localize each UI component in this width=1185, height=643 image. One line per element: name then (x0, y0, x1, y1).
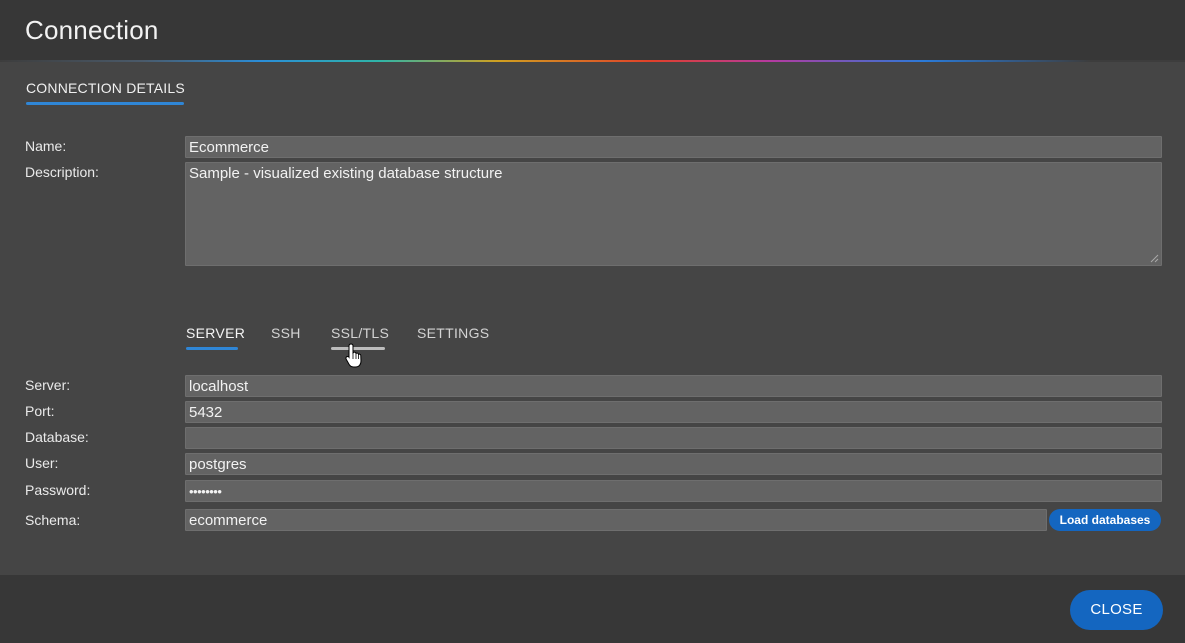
resize-grip-icon[interactable] (1150, 254, 1159, 263)
database-label: Database: (25, 429, 89, 445)
hand-pointer-cursor-icon (345, 343, 362, 368)
port-input[interactable]: 5432 (185, 401, 1162, 423)
description-label: Description: (25, 164, 99, 180)
tab-server-underline (186, 347, 238, 350)
name-label: Name: (25, 138, 67, 154)
dialog-footer (0, 575, 1185, 643)
tab-connection-details[interactable]: CONNECTION DETAILS (26, 80, 185, 96)
schema-label: Schema: (25, 512, 81, 528)
schema-input[interactable]: ecommerce (185, 509, 1047, 531)
dialog-title: Connection (25, 15, 159, 45)
description-text: Sample - visualized existing database st… (189, 165, 503, 182)
server-input[interactable]: localhost (185, 375, 1162, 397)
password-input[interactable]: •••••••• (185, 480, 1162, 502)
name-input[interactable]: Ecommerce (185, 136, 1162, 158)
dialog-header: Connection (0, 0, 1185, 61)
tab-ssh[interactable]: SSH (271, 325, 301, 341)
load-databases-button[interactable]: Load databases (1049, 509, 1161, 531)
tab-settings[interactable]: SETTINGS (417, 325, 489, 341)
tab-server[interactable]: SERVER (186, 325, 245, 341)
description-textarea[interactable]: Sample - visualized existing database st… (185, 162, 1162, 266)
user-label: User: (25, 455, 59, 471)
header-accent-bar (0, 60, 1185, 62)
tab-connection-details-underline (26, 102, 184, 105)
connection-dialog: Connection CONNECTION DETAILS Name: Ecom… (0, 0, 1185, 643)
password-label: Password: (25, 482, 91, 498)
close-button[interactable]: CLOSE (1070, 590, 1163, 630)
database-input[interactable] (185, 427, 1162, 449)
server-label: Server: (25, 377, 71, 393)
user-input[interactable]: postgres (185, 453, 1162, 475)
port-label: Port: (25, 403, 55, 419)
tab-ssl-tls[interactable]: SSL/TLS (331, 325, 389, 341)
